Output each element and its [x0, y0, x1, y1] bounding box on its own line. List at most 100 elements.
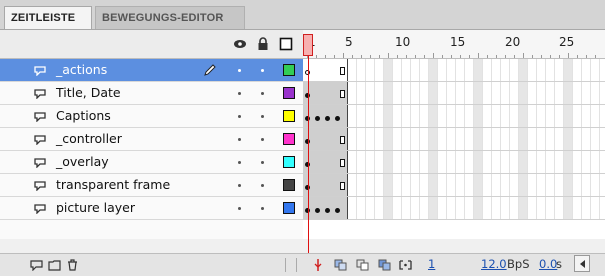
frame-cell[interactable] — [492, 128, 501, 150]
frame-cell[interactable] — [447, 197, 456, 219]
frame-cell[interactable] — [573, 82, 582, 104]
frame-cell[interactable] — [411, 197, 420, 219]
frame-cell[interactable] — [591, 174, 600, 196]
frame-cell[interactable] — [366, 197, 375, 219]
layer-color-swatch[interactable] — [283, 179, 295, 191]
frame-cell[interactable] — [420, 197, 429, 219]
frame-cell[interactable] — [501, 128, 510, 150]
layer-row-controller[interactable]: _controller — [0, 128, 303, 151]
keyframe[interactable] — [325, 116, 330, 121]
frame-cell[interactable] — [456, 197, 465, 219]
frame-cell[interactable] — [582, 128, 591, 150]
frame-cell[interactable] — [348, 128, 357, 150]
keyframe[interactable] — [315, 208, 320, 213]
edit-multiple-frames-icon[interactable] — [378, 259, 391, 271]
frame-cell[interactable] — [429, 197, 438, 219]
frame-cell[interactable] — [492, 59, 501, 81]
frame-cell[interactable] — [582, 151, 591, 173]
frame-cell[interactable] — [393, 59, 402, 81]
frame-cell[interactable] — [546, 174, 555, 196]
new-layer-icon[interactable] — [30, 259, 43, 271]
frame-cell[interactable] — [357, 151, 366, 173]
layer-color-swatch[interactable] — [283, 202, 295, 214]
frame-row[interactable] — [303, 59, 605, 82]
frame-cell[interactable] — [555, 151, 564, 173]
frame-cell[interactable] — [555, 174, 564, 196]
frame-cell[interactable] — [510, 197, 519, 219]
layer-color-swatch[interactable] — [283, 110, 295, 122]
frame-cell[interactable] — [555, 82, 564, 104]
frame-cell[interactable] — [573, 128, 582, 150]
frame-cell[interactable] — [366, 151, 375, 173]
frame-cell[interactable] — [501, 82, 510, 104]
frame-cell[interactable] — [483, 128, 492, 150]
frame-cell[interactable] — [384, 151, 393, 173]
frame-cell[interactable] — [564, 174, 573, 196]
frame-cell[interactable] — [420, 82, 429, 104]
keyframe[interactable] — [315, 116, 320, 121]
center-frame-icon[interactable] — [313, 259, 323, 271]
modify-markers-icon[interactable] — [399, 259, 412, 271]
frame-cell[interactable] — [528, 174, 537, 196]
frame-cell[interactable] — [537, 151, 546, 173]
elapsed-time-value[interactable]: 0.0 — [539, 257, 557, 271]
end-frame-marker[interactable] — [340, 159, 345, 167]
frame-cell[interactable] — [573, 59, 582, 81]
frame-cell[interactable] — [465, 105, 474, 127]
frame-cell[interactable] — [537, 197, 546, 219]
frame-cell[interactable] — [564, 59, 573, 81]
frame-cell[interactable] — [348, 151, 357, 173]
frame-cell[interactable] — [366, 59, 375, 81]
frame-cell[interactable] — [357, 59, 366, 81]
frame-cell[interactable] — [402, 59, 411, 81]
frame-cell[interactable] — [519, 197, 528, 219]
frame-cell[interactable] — [555, 59, 564, 81]
frame-cell[interactable] — [537, 128, 546, 150]
frame-cell[interactable] — [429, 128, 438, 150]
frame-cell[interactable] — [375, 151, 384, 173]
frame-row[interactable] — [303, 151, 605, 174]
frame-cell[interactable] — [348, 59, 357, 81]
frame-cell[interactable] — [564, 197, 573, 219]
frame-cell[interactable] — [384, 197, 393, 219]
frame-grid[interactable] — [303, 59, 605, 239]
frame-cell[interactable] — [375, 82, 384, 104]
frame-cell[interactable] — [573, 105, 582, 127]
frame-cell[interactable] — [429, 105, 438, 127]
frame-cell[interactable] — [519, 128, 528, 150]
lock-dot[interactable] — [261, 69, 264, 72]
frame-cell[interactable] — [573, 197, 582, 219]
frame-cell[interactable] — [546, 82, 555, 104]
frame-cell[interactable] — [429, 151, 438, 173]
visibility-dot[interactable] — [238, 207, 241, 210]
frame-cell[interactable] — [348, 82, 357, 104]
frame-cell[interactable] — [438, 59, 447, 81]
frame-cell[interactable] — [591, 151, 600, 173]
frame-cell[interactable] — [456, 151, 465, 173]
frame-cell[interactable] — [357, 105, 366, 127]
end-frame-marker[interactable] — [340, 182, 345, 190]
frame-cell[interactable] — [465, 59, 474, 81]
frame-cell[interactable] — [411, 82, 420, 104]
frame-cell[interactable] — [501, 105, 510, 127]
frame-cell[interactable] — [501, 59, 510, 81]
frame-cell[interactable] — [591, 105, 600, 127]
frame-cell[interactable] — [393, 105, 402, 127]
frame-cell[interactable] — [573, 174, 582, 196]
frame-cell[interactable] — [411, 105, 420, 127]
frame-cell[interactable] — [366, 128, 375, 150]
new-folder-icon[interactable] — [48, 259, 61, 271]
frame-cell[interactable] — [492, 197, 501, 219]
frame-cell[interactable] — [483, 151, 492, 173]
keyframe[interactable] — [325, 208, 330, 213]
frame-cell[interactable] — [438, 82, 447, 104]
frame-cell[interactable] — [402, 105, 411, 127]
frame-cell[interactable] — [546, 59, 555, 81]
lock-dot[interactable] — [261, 184, 264, 187]
frame-cell[interactable] — [519, 82, 528, 104]
eye-icon[interactable] — [233, 37, 247, 51]
current-frame-value[interactable]: 1 — [428, 257, 435, 271]
frame-cell[interactable] — [357, 197, 366, 219]
frame-cell[interactable] — [555, 105, 564, 127]
end-frame-marker[interactable] — [340, 90, 345, 98]
